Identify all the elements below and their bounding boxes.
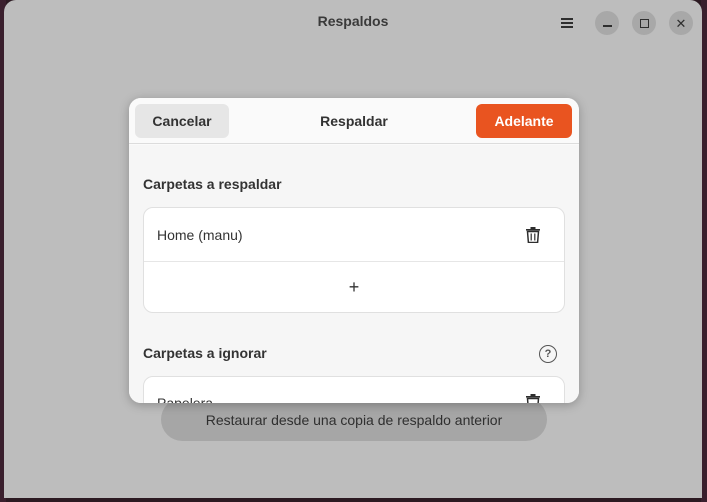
exclude-folders-list: Papelera (143, 376, 565, 403)
delete-trash-icon[interactable] (526, 226, 540, 243)
include-folders-list: Home (manu) + (143, 207, 565, 313)
close-button[interactable]: ✕ (669, 11, 693, 35)
folder-label: Papelera (157, 395, 214, 403)
dialog-body[interactable]: Carpetas a respaldar Home (manu) + Carpe… (129, 145, 579, 403)
hamburger-menu-icon (561, 18, 573, 28)
add-folder-button[interactable]: + (144, 262, 564, 312)
folder-label: Home (manu) (157, 226, 243, 243)
include-folders-title: Carpetas a respaldar (143, 176, 282, 192)
window-headerbar: Respaldos ✕ (4, 0, 702, 46)
backup-dialog: Cancelar Respaldar Adelante Carpetas a r… (129, 98, 579, 403)
exclude-folders-title: Carpetas a ignorar (143, 345, 267, 361)
close-icon: ✕ (675, 15, 687, 31)
dialog-header: Cancelar Respaldar Adelante (129, 98, 579, 144)
help-glyph: ? (544, 348, 552, 360)
maximize-button[interactable] (632, 11, 656, 35)
next-button-label: Adelante (494, 113, 554, 129)
help-icon[interactable]: ? (539, 345, 557, 363)
delete-trash-icon[interactable] (526, 394, 540, 403)
next-button[interactable]: Adelante (476, 104, 572, 138)
restore-button-label: Restaurar desde una copia de respaldo an… (205, 411, 503, 428)
main-menu-button[interactable] (555, 11, 579, 35)
minimize-button[interactable] (595, 11, 619, 35)
restore-from-backup-button[interactable]: Restaurar desde una copia de respaldo an… (161, 398, 547, 441)
list-item: Papelera (144, 377, 564, 403)
maximize-icon (639, 18, 649, 28)
minimize-icon (602, 25, 612, 27)
list-item: Home (manu) (144, 208, 564, 262)
add-icon: + (348, 277, 360, 297)
